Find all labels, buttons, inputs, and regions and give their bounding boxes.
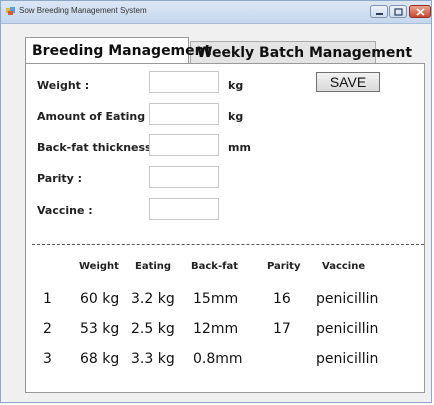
- tab-breeding-management[interactable]: Breeding Management: [25, 37, 211, 63]
- weight-unit: kg: [228, 79, 244, 92]
- cell-weight: 60 kg: [80, 291, 120, 307]
- title-bar[interactable]: Sow Breeding Management System: [1, 1, 431, 24]
- breeding-management-panel: Weight : kg Amount of Eating : kg Back-f…: [25, 63, 425, 393]
- cell-backfat: 15mm: [193, 291, 239, 307]
- weight-label: Weight :: [37, 79, 90, 92]
- cell-vaccine: penicillin: [316, 321, 379, 337]
- backfat-unit: mm: [228, 141, 251, 154]
- row-index: 1: [43, 291, 52, 307]
- column-header-weight: Weight: [79, 261, 119, 272]
- vaccine-label: Vaccine :: [37, 204, 93, 217]
- cell-eating: 3.2 kg: [131, 291, 175, 307]
- app-icon: [6, 7, 15, 15]
- cell-vaccine: penicillin: [316, 351, 379, 367]
- cell-weight: 53 kg: [80, 321, 120, 337]
- cell-eating: 2.5 kg: [131, 321, 175, 337]
- backfat-field[interactable]: [149, 134, 219, 156]
- backfat-label: Back-fat thickness :: [37, 141, 160, 154]
- parity-field[interactable]: [149, 166, 219, 188]
- window-title: Sow Breeding Management System: [19, 6, 147, 15]
- cell-weight: 68 kg: [80, 351, 120, 367]
- save-button[interactable]: SAVE: [316, 72, 380, 92]
- eating-unit: kg: [228, 110, 244, 123]
- cell-parity: 16: [273, 291, 291, 307]
- parity-label: Parity :: [37, 172, 83, 185]
- close-button[interactable]: [409, 5, 431, 18]
- minimize-icon: [376, 13, 383, 15]
- cell-eating: 3.3 kg: [131, 351, 175, 367]
- column-header-backfat: Back-fat: [191, 261, 238, 272]
- eating-label: Amount of Eating :: [37, 110, 154, 123]
- minimize-button[interactable]: [370, 5, 388, 18]
- row-index: 3: [43, 351, 52, 367]
- app-window: Sow Breeding Management System Breeding …: [0, 0, 432, 403]
- cell-backfat: 0.8mm: [193, 351, 243, 367]
- column-header-eating: Eating: [135, 261, 172, 272]
- row-index: 2: [43, 321, 52, 337]
- cell-parity: 17: [273, 321, 291, 337]
- maximize-icon: [394, 8, 403, 16]
- maximize-button[interactable]: [389, 5, 407, 18]
- cell-backfat: 12mm: [193, 321, 239, 337]
- section-divider: [32, 244, 424, 245]
- cell-vaccine: penicillin: [316, 291, 379, 307]
- close-icon: [416, 8, 425, 16]
- column-header-parity: Parity: [267, 261, 301, 272]
- eating-field[interactable]: [149, 103, 219, 125]
- column-header-vaccine: Vaccine: [322, 261, 366, 272]
- tab-weekly-batch-management[interactable]: Weekly Batch Management: [190, 41, 412, 63]
- weight-field[interactable]: [149, 71, 219, 93]
- vaccine-field[interactable]: [149, 198, 219, 220]
